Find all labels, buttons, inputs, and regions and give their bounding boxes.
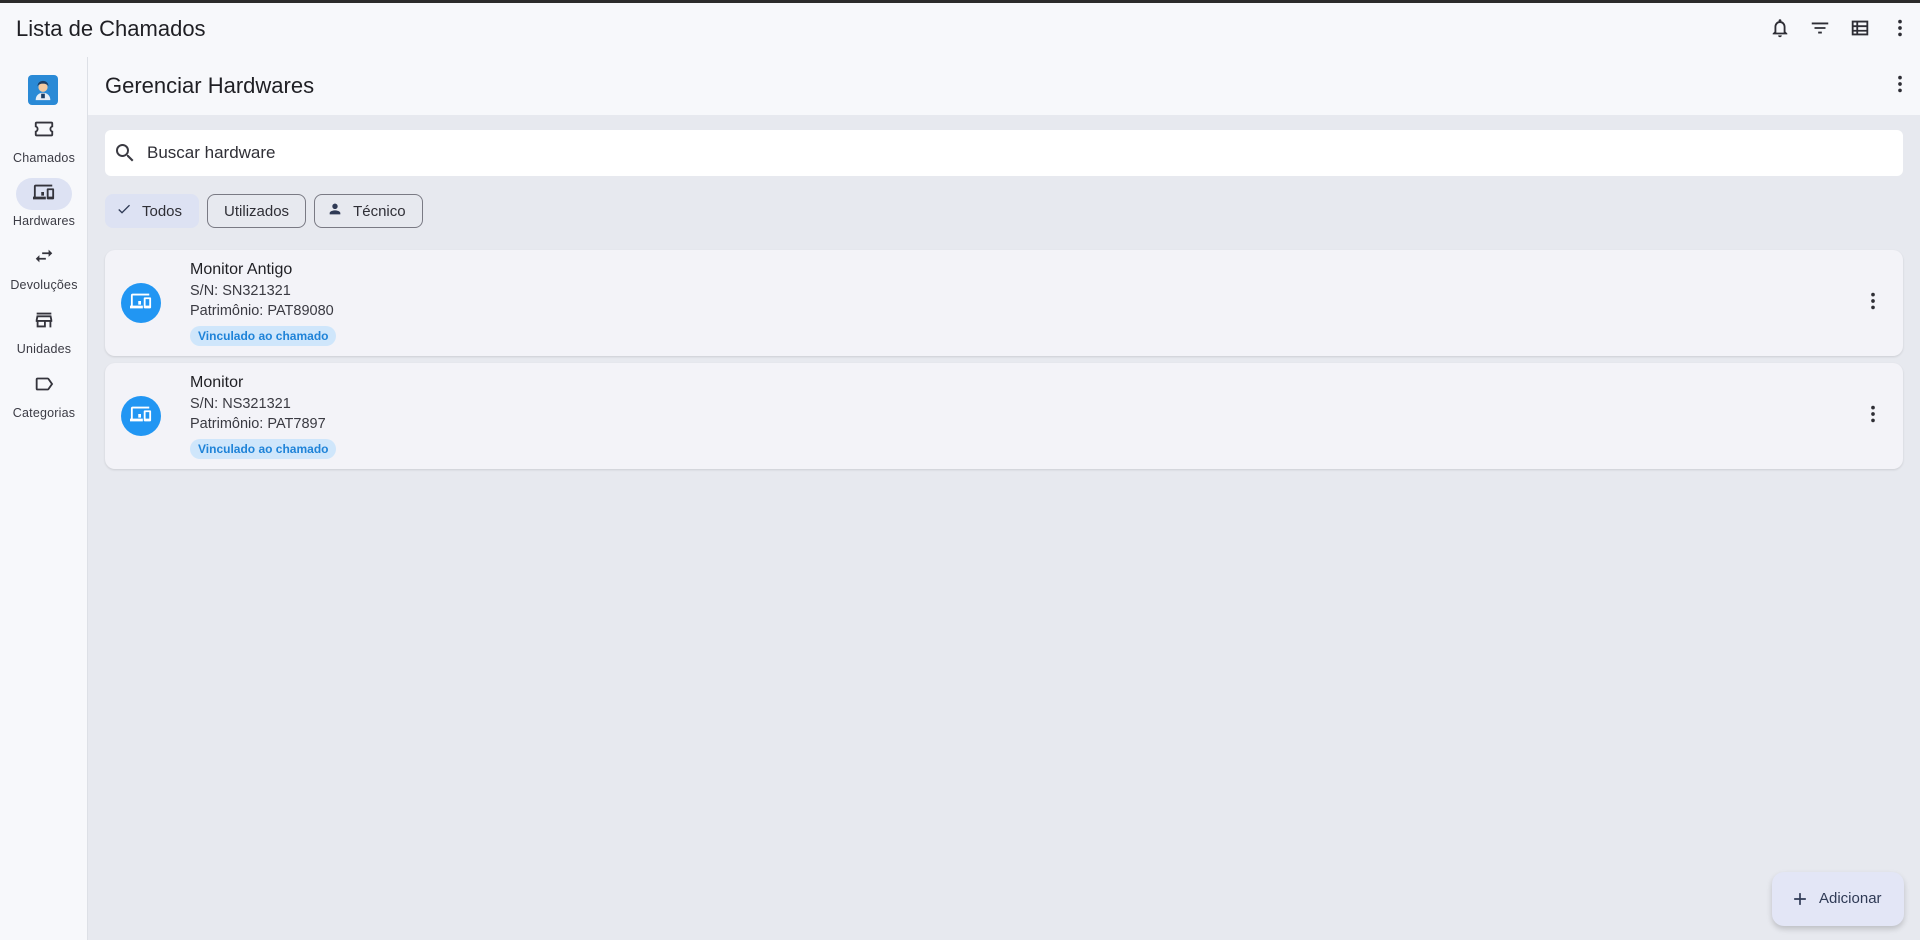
hardware-name: Monitor: [190, 374, 244, 391]
hardware-serial: S/N: SN321321: [190, 283, 291, 299]
sidebar-item-unidades[interactable]: Unidades: [0, 306, 88, 366]
more-vert-icon: [1862, 403, 1884, 430]
sidebar-item-devolucoes-indicator: [16, 242, 72, 274]
app-more-button[interactable]: [1880, 10, 1920, 50]
main-content: Gerenciar Hardwares Todos Utilizados Téc…: [88, 57, 1920, 940]
filter-icon: [1809, 17, 1831, 44]
sidebar-item-hardwares[interactable]: Hardwares: [0, 178, 88, 238]
hardware-asset-number: Patrimônio: PAT89080: [190, 303, 334, 319]
hardware-name: Monitor Antigo: [190, 261, 293, 278]
app-title: Lista de Chamados: [16, 16, 206, 41]
filter-button[interactable]: [1800, 10, 1840, 50]
add-hardware-button[interactable]: Adicionar: [1772, 872, 1904, 926]
sidebar-item-label: Hardwares: [12, 214, 76, 228]
hardware-more-button[interactable]: [1853, 396, 1893, 436]
sidebar-item-label: Categorias: [12, 406, 76, 420]
table-view-button[interactable]: [1840, 10, 1880, 50]
add-hardware-label: Adicionar: [1819, 890, 1882, 907]
app-bar-actions: [1760, 3, 1920, 57]
hardware-avatar: [121, 396, 161, 436]
filter-chip-todos[interactable]: Todos: [105, 194, 200, 228]
page-title: Gerenciar Hardwares: [105, 73, 315, 98]
sidebar-item-chamados-indicator: [16, 115, 72, 147]
filter-chip-label: Técnico: [353, 202, 406, 220]
app-bar: Lista de Chamados: [0, 3, 1920, 57]
filter-chip-label: Utilizados: [224, 202, 290, 220]
page-header: Gerenciar Hardwares: [88, 57, 1920, 115]
sidebar-item-categorias[interactable]: Categorias: [0, 370, 88, 430]
label-icon: [33, 373, 55, 400]
sidebar-item-label: Chamados: [12, 151, 76, 165]
sidebar-item-devolucoes[interactable]: Devoluções: [0, 242, 88, 302]
hardware-serial: S/N: NS321321: [190, 396, 291, 412]
person-icon: [327, 201, 353, 221]
hardware-asset-number: Patrimônio: PAT7897: [190, 416, 326, 432]
status-badge: Vinculado ao chamado: [190, 326, 337, 346]
notifications-button[interactable]: [1760, 10, 1800, 50]
more-vert-icon: [1889, 73, 1911, 100]
page-more-button[interactable]: [1880, 66, 1920, 106]
status-badge: Vinculado ao chamado: [190, 439, 337, 459]
hardware-card[interactable]: Monitor S/N: NS321321 Patrimônio: PAT789…: [105, 363, 1903, 469]
sidebar-item-hardwares-indicator: [16, 178, 72, 210]
hardware-card[interactable]: Monitor Antigo S/N: SN321321 Patrimônio:…: [105, 250, 1903, 356]
navigation-rail: Chamados Hardwares Devoluções Unidades C…: [0, 57, 88, 940]
search-input[interactable]: [147, 138, 1847, 168]
devices-icon: [33, 181, 55, 208]
bell-icon: [1769, 17, 1791, 44]
check-icon: [116, 201, 142, 221]
sidebar-item-label: Unidades: [16, 342, 72, 356]
sidebar-item-chamados[interactable]: Chamados: [0, 115, 88, 175]
search-icon: [113, 141, 137, 165]
store-icon: [33, 309, 55, 336]
filter-chip-utilizados[interactable]: Utilizados: [207, 194, 307, 228]
hardware-avatar: [121, 283, 161, 323]
hardware-more-button[interactable]: [1853, 283, 1893, 323]
swap-arrows-icon: [33, 245, 55, 272]
sidebar-item-label: Devoluções: [10, 278, 78, 292]
filter-chips: Todos Utilizados Técnico: [105, 194, 423, 228]
devices-icon: [130, 403, 152, 430]
ticket-icon: [33, 118, 55, 145]
sidebar-item-categorias-indicator: [16, 370, 72, 402]
search-bar: [105, 130, 1903, 176]
more-vert-icon: [1889, 17, 1911, 44]
filter-chip-label: Todos: [142, 202, 183, 220]
devices-icon: [130, 290, 152, 317]
table-view-icon: [1849, 17, 1871, 44]
filter-chip-tecnico[interactable]: Técnico: [314, 194, 423, 228]
sidebar-item-unidades-indicator: [16, 306, 72, 338]
more-vert-icon: [1862, 290, 1884, 317]
technician-logo: [28, 75, 58, 105]
